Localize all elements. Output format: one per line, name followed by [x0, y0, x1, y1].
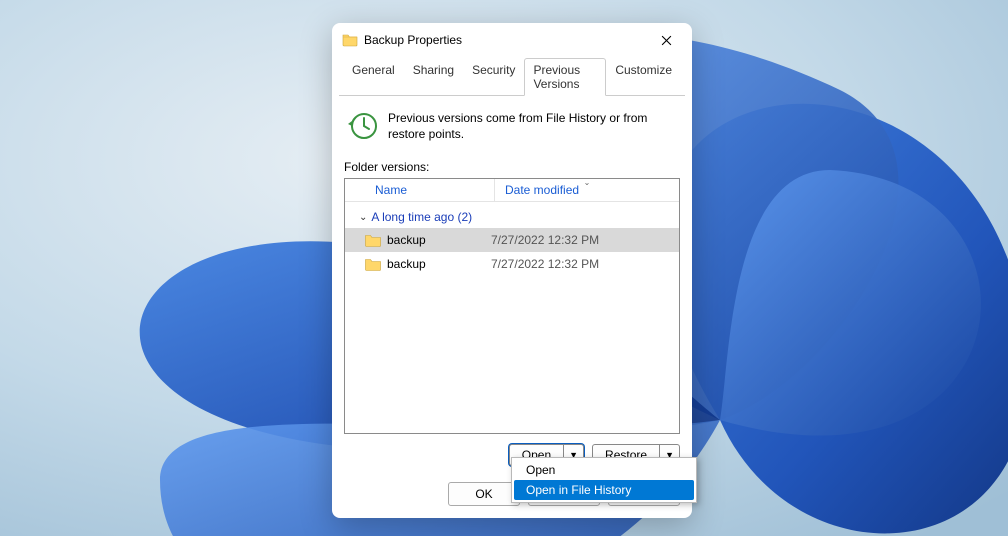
description-text: Previous versions come from File History…: [388, 110, 678, 142]
tab-customize[interactable]: Customize: [606, 58, 681, 96]
column-header-date-label: Date modified: [505, 183, 579, 197]
tab-previous-versions[interactable]: Previous Versions: [524, 58, 606, 96]
tab-content: Previous versions come from File History…: [332, 96, 692, 478]
list-item-name: backup: [387, 233, 426, 247]
tab-general[interactable]: General: [343, 58, 404, 96]
group-label: A long time ago (2): [371, 210, 472, 224]
list-item-date: 7/27/2022 12:32 PM: [491, 233, 599, 247]
versions-list[interactable]: Name ⌄ Date modified ⌄ A long time ago (…: [344, 178, 680, 434]
list-group-header[interactable]: ⌄ A long time ago (2): [345, 202, 679, 228]
properties-dialog: Backup Properties General Sharing Securi…: [332, 23, 692, 518]
close-button[interactable]: [644, 25, 688, 55]
list-item[interactable]: backup 7/27/2022 12:32 PM: [345, 228, 679, 252]
folder-icon: [365, 258, 381, 271]
history-icon: [346, 110, 378, 142]
list-item-date: 7/27/2022 12:32 PM: [491, 257, 599, 271]
column-header-name[interactable]: Name: [345, 179, 495, 201]
open-dropdown-menu: Open Open in File History: [511, 457, 697, 503]
column-header-date[interactable]: ⌄ Date modified: [495, 179, 679, 201]
list-item-name: backup: [387, 257, 426, 271]
close-icon: [661, 35, 672, 46]
chevron-down-icon: ⌄: [359, 212, 367, 223]
tab-strip: General Sharing Security Previous Versio…: [339, 57, 685, 96]
menu-item-open-file-history[interactable]: Open in File History: [514, 480, 694, 500]
folder-versions-label: Folder versions:: [344, 160, 680, 174]
ok-button[interactable]: OK: [448, 482, 520, 506]
window-title: Backup Properties: [364, 33, 644, 47]
tab-security[interactable]: Security: [463, 58, 524, 96]
titlebar[interactable]: Backup Properties: [332, 23, 692, 57]
tab-sharing[interactable]: Sharing: [404, 58, 463, 96]
menu-item-open[interactable]: Open: [514, 460, 694, 480]
folder-icon: [342, 32, 358, 48]
list-item[interactable]: backup 7/27/2022 12:32 PM: [345, 252, 679, 276]
sort-indicator-icon: ⌄: [584, 178, 591, 187]
folder-icon: [365, 234, 381, 247]
